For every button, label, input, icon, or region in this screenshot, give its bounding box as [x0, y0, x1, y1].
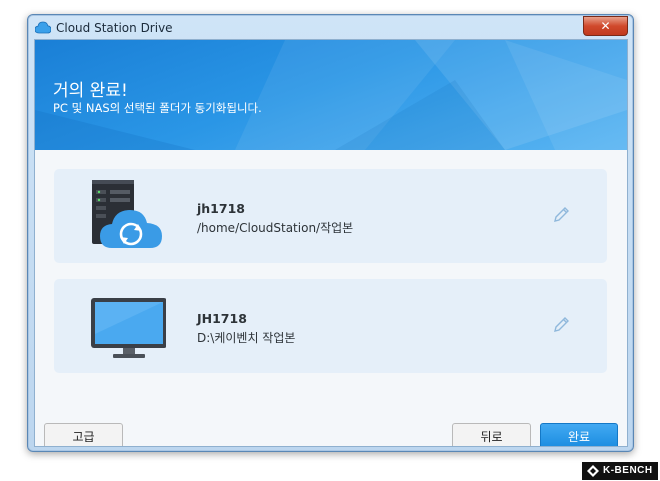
kbench-watermark: K-BENCH — [582, 462, 658, 480]
content-area: jh1718 /home/CloudStation/작업본 JH1718 D:\… — [35, 150, 627, 446]
monitor-icon — [91, 298, 166, 358]
window-title: Cloud Station Drive — [56, 21, 173, 35]
nas-sync-icon — [92, 180, 162, 248]
advanced-button[interactable]: 고급 — [44, 423, 123, 446]
pc-folder-card: JH1718 D:\케이벤치 작업본 — [54, 279, 607, 373]
nas-name: jh1718 — [197, 201, 245, 216]
edit-pencil-icon[interactable] — [553, 315, 571, 333]
pc-name: JH1718 — [197, 311, 247, 326]
page-title: 거의 완료! — [53, 81, 128, 101]
app-window: Cloud Station Drive ✕ 거의 완료! PC 및 NAS의 선… — [27, 14, 634, 452]
page-subtitle: PC 및 NAS의 선택된 폴더가 동기화됩니다. — [53, 101, 262, 115]
kbench-logo-icon — [587, 465, 599, 477]
pc-folder-path: D:\케이벤치 작업본 — [197, 331, 296, 345]
wizard-panel: 거의 완료! PC 및 NAS의 선택된 폴더가 동기화됩니다. jh1718 … — [34, 39, 628, 447]
nas-folder-card: jh1718 /home/CloudStation/작업본 — [54, 169, 607, 263]
cloud-app-icon — [35, 21, 51, 34]
title-bar[interactable]: Cloud Station Drive ✕ — [28, 15, 633, 41]
kbench-text: K-BENCH — [603, 465, 653, 476]
nas-folder-path: /home/CloudStation/작업본 — [197, 221, 354, 235]
back-button[interactable]: 뒤로 — [452, 423, 531, 446]
close-icon: ✕ — [600, 19, 611, 33]
header-banner: 거의 완료! PC 및 NAS의 선택된 폴더가 동기화됩니다. — [35, 40, 627, 150]
edit-pencil-icon[interactable] — [553, 205, 571, 223]
close-button[interactable]: ✕ — [583, 16, 628, 36]
finish-button[interactable]: 완료 — [540, 423, 618, 446]
